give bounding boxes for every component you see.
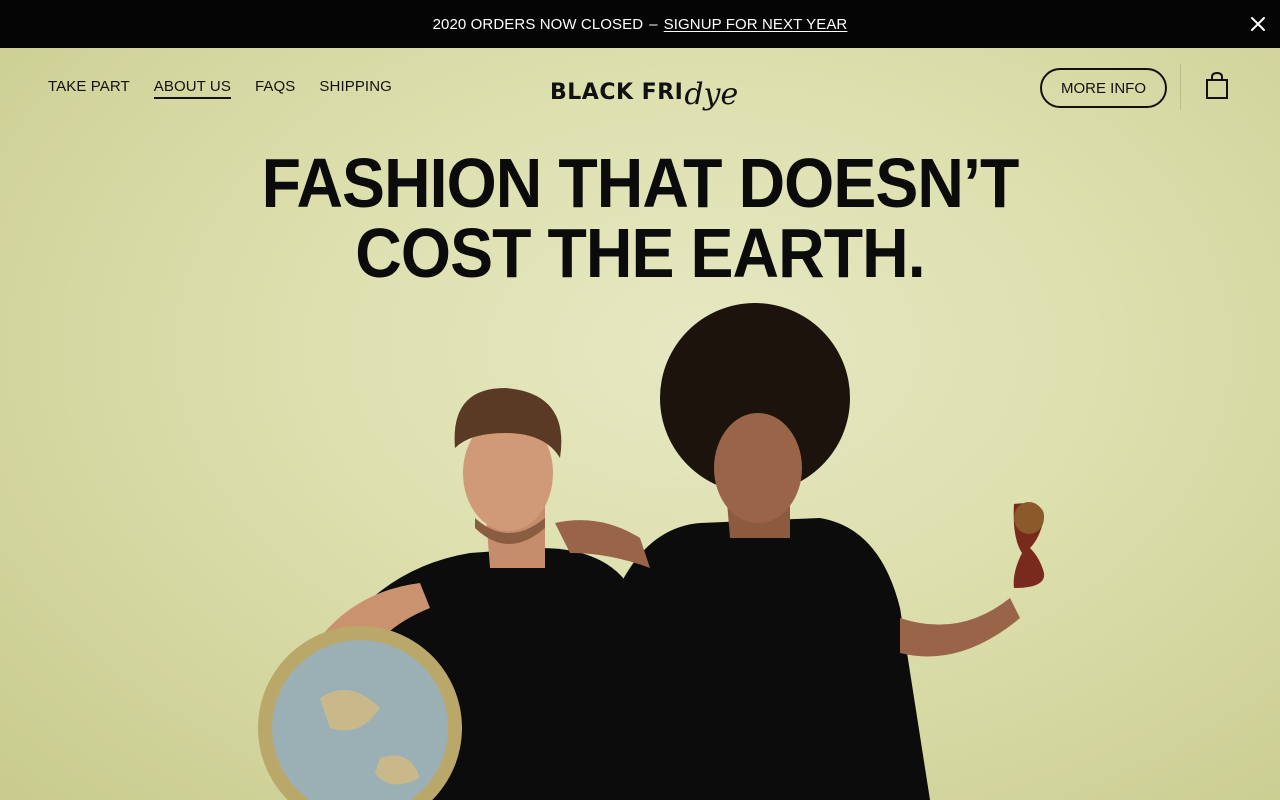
woman-figure	[555, 303, 1020, 800]
site-logo[interactable]: BLACK FRI dye	[550, 70, 738, 114]
announcement-separator: –	[649, 15, 658, 33]
shopping-bag-icon[interactable]	[1204, 71, 1230, 100]
nav-about-us[interactable]: ABOUT US	[153, 78, 231, 99]
logo-script: dye	[684, 76, 739, 112]
announcement-bar: 2020 ORDERS NOW CLOSED – SIGNUP FOR NEXT…	[0, 0, 1280, 48]
hourglass	[1013, 502, 1045, 588]
signup-link[interactable]: SIGNUP FOR NEXT YEAR	[664, 16, 848, 33]
nav-take-part[interactable]: TAKE PART	[48, 78, 130, 99]
hero-section: TAKE PART ABOUT US FAQS SHIPPING BLACK F…	[0, 48, 1280, 800]
main-nav: TAKE PART ABOUT US FAQS SHIPPING	[48, 78, 392, 99]
close-icon[interactable]	[1246, 12, 1270, 36]
announcement-text: 2020 ORDERS NOW CLOSED	[432, 15, 644, 33]
nav-faqs[interactable]: FAQS	[255, 78, 295, 99]
headline-line-2: COST THE EARTH.	[355, 214, 925, 292]
hero-headline: FASHION THAT DOESN’T COST THE EARTH.	[0, 148, 1280, 288]
more-info-button[interactable]: MORE INFO	[1040, 68, 1167, 108]
nav-shipping[interactable]: SHIPPING	[319, 78, 391, 99]
logo-word: BLACK FRI	[550, 79, 684, 105]
header-divider	[1180, 64, 1181, 110]
headline-line-1: FASHION THAT DOESN’T	[261, 144, 1020, 222]
